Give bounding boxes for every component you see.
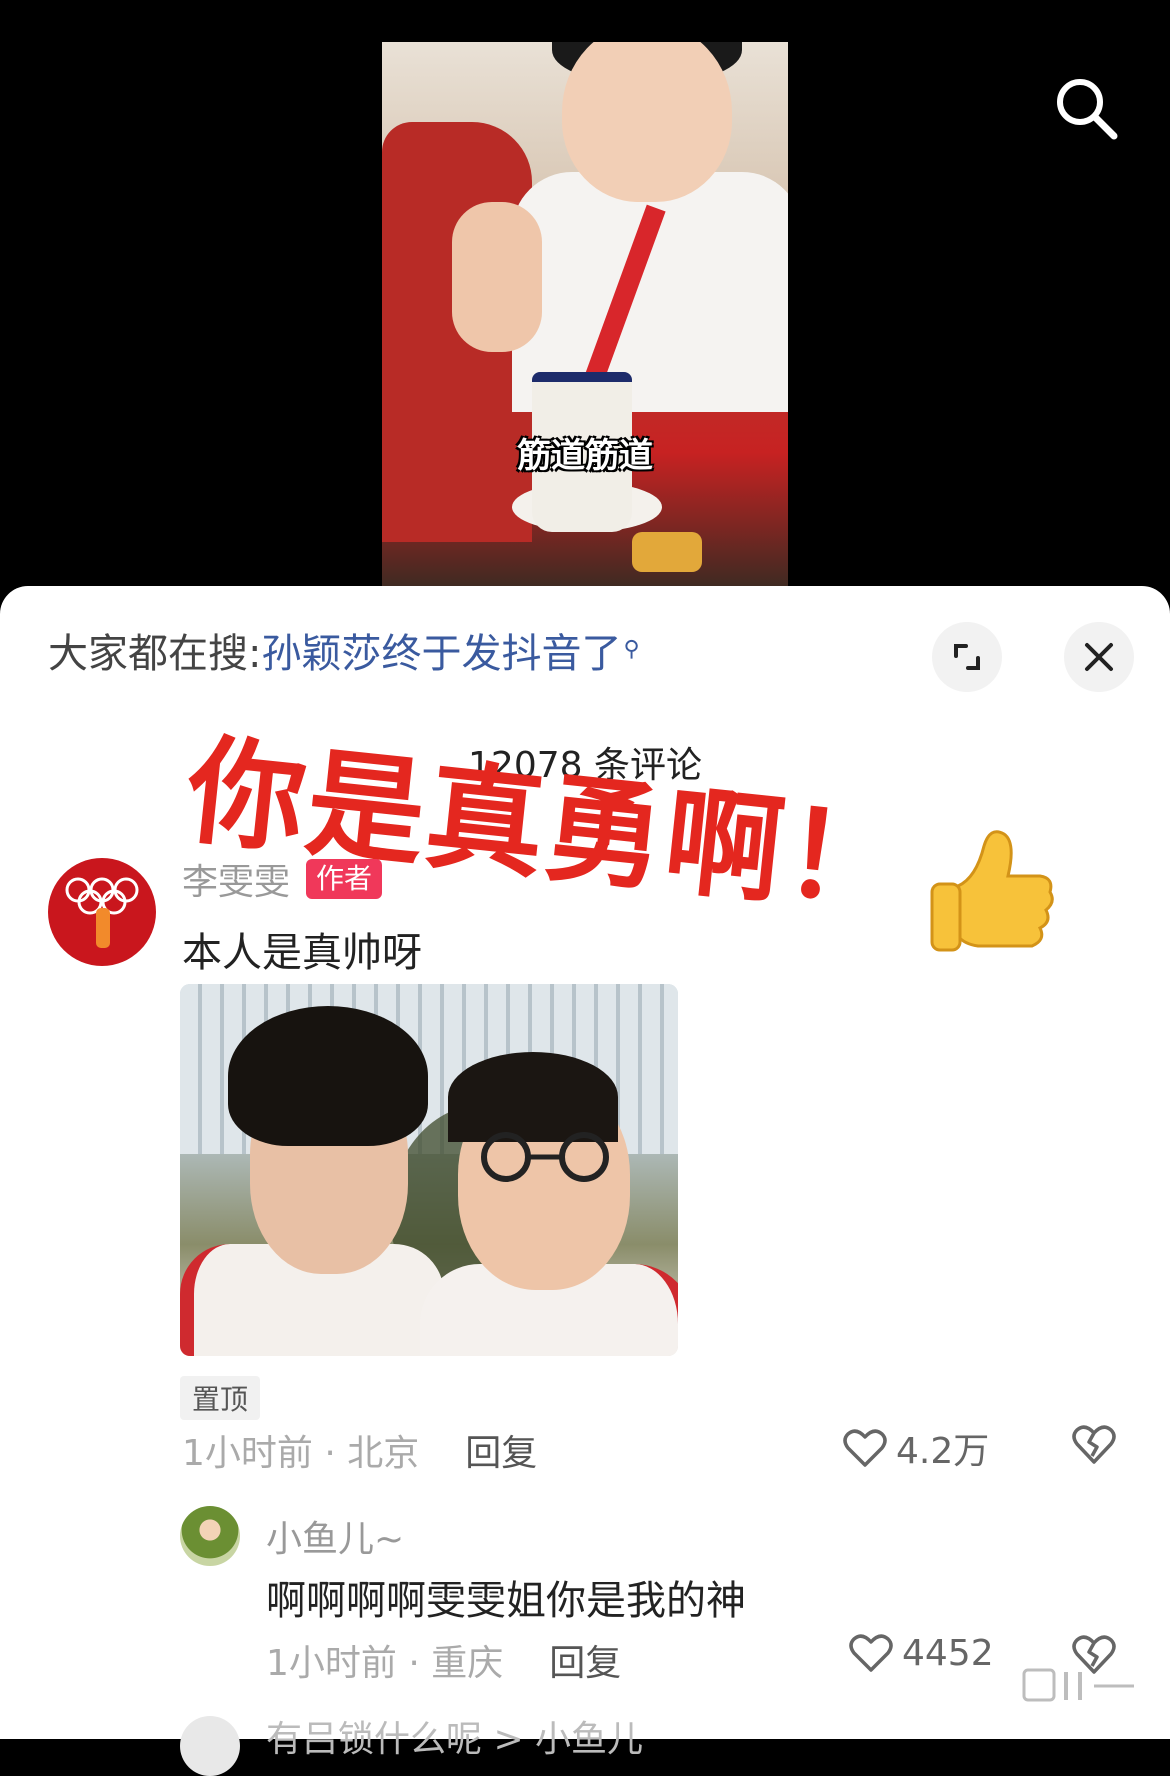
thumbs-up-emoji [930, 830, 1054, 952]
video-thumbs-up-hand [452, 202, 542, 352]
photo-person1-hair [228, 1006, 428, 1146]
comment-panel: 大家都在搜:孙颖莎终于发抖音了⚲ 12078 条评论 你是真勇啊！ 李雯雯 作者 [0, 586, 1170, 1776]
glasses-icon [481, 1132, 609, 1182]
like-button[interactable]: 4452 [848, 1632, 994, 1674]
comment-author-name[interactable]: 李雯雯 [182, 853, 290, 905]
photo-person2-hair [448, 1052, 618, 1142]
comment-image[interactable] [180, 984, 678, 1356]
comment-author-name[interactable]: 小鱼儿~ [266, 1510, 404, 1562]
dislike-button[interactable] [1070, 1422, 1118, 1470]
heart-icon [849, 1634, 893, 1672]
like-button[interactable]: 4.2万 [842, 1422, 989, 1474]
comment-meta: 1小时前 · 北京 回复 [182, 1424, 537, 1476]
avatar[interactable] [48, 858, 156, 966]
video-frame[interactable]: 筋道筋道 [382, 42, 788, 590]
olympic-rings-icon [65, 877, 139, 948]
hot-search-link[interactable]: 孙颖莎终于发抖音了 [261, 631, 621, 677]
comment-time-location: 1小时前 · 北京 [182, 1433, 420, 1474]
close-icon [1085, 643, 1113, 671]
heart-icon [843, 1429, 887, 1467]
reply-button[interactable]: 回复 [549, 1634, 621, 1686]
like-count: 4.2万 [896, 1431, 990, 1472]
expand-button[interactable] [932, 622, 1002, 692]
comment-text: 本人是真帅呀 [182, 930, 422, 976]
hot-search-prefix: 大家都在搜: [48, 631, 262, 677]
like-count: 4452 [902, 1632, 994, 1674]
broken-heart-icon [1072, 1425, 1116, 1464]
comment-time-location: 1小时前 · 重庆 [266, 1643, 504, 1684]
comment-header: 李雯雯 作者 [182, 853, 383, 905]
video-snack [632, 532, 702, 572]
hot-search[interactable]: 大家都在搜:孙颖莎终于发抖音了⚲ [48, 626, 640, 682]
video-person-head [562, 42, 732, 202]
avatar[interactable] [180, 1716, 240, 1776]
comment-text: 有吕锁什么呢 > 小鱼儿 [266, 1719, 644, 1760]
expand-icon [954, 644, 980, 670]
reply-button[interactable]: 回复 [465, 1424, 537, 1476]
search-icon [1057, 79, 1118, 140]
watermark-icon [1022, 1668, 1134, 1702]
avatar[interactable] [180, 1506, 240, 1566]
close-button[interactable] [1064, 622, 1134, 692]
comment-meta: 1小时前 · 重庆 回复 [266, 1634, 621, 1686]
search-button[interactable] [1050, 72, 1122, 144]
video-caption: 筋道筋道 [517, 436, 653, 476]
search-icon: ⚲ [623, 637, 640, 662]
pinned-badge: 置顶 [180, 1376, 261, 1420]
video-area[interactable]: 筋道筋道 [0, 0, 1170, 600]
comment-text: 啊啊啊啊雯雯姐你是我的神 [266, 1578, 746, 1624]
author-badge: 作者 [306, 859, 383, 899]
